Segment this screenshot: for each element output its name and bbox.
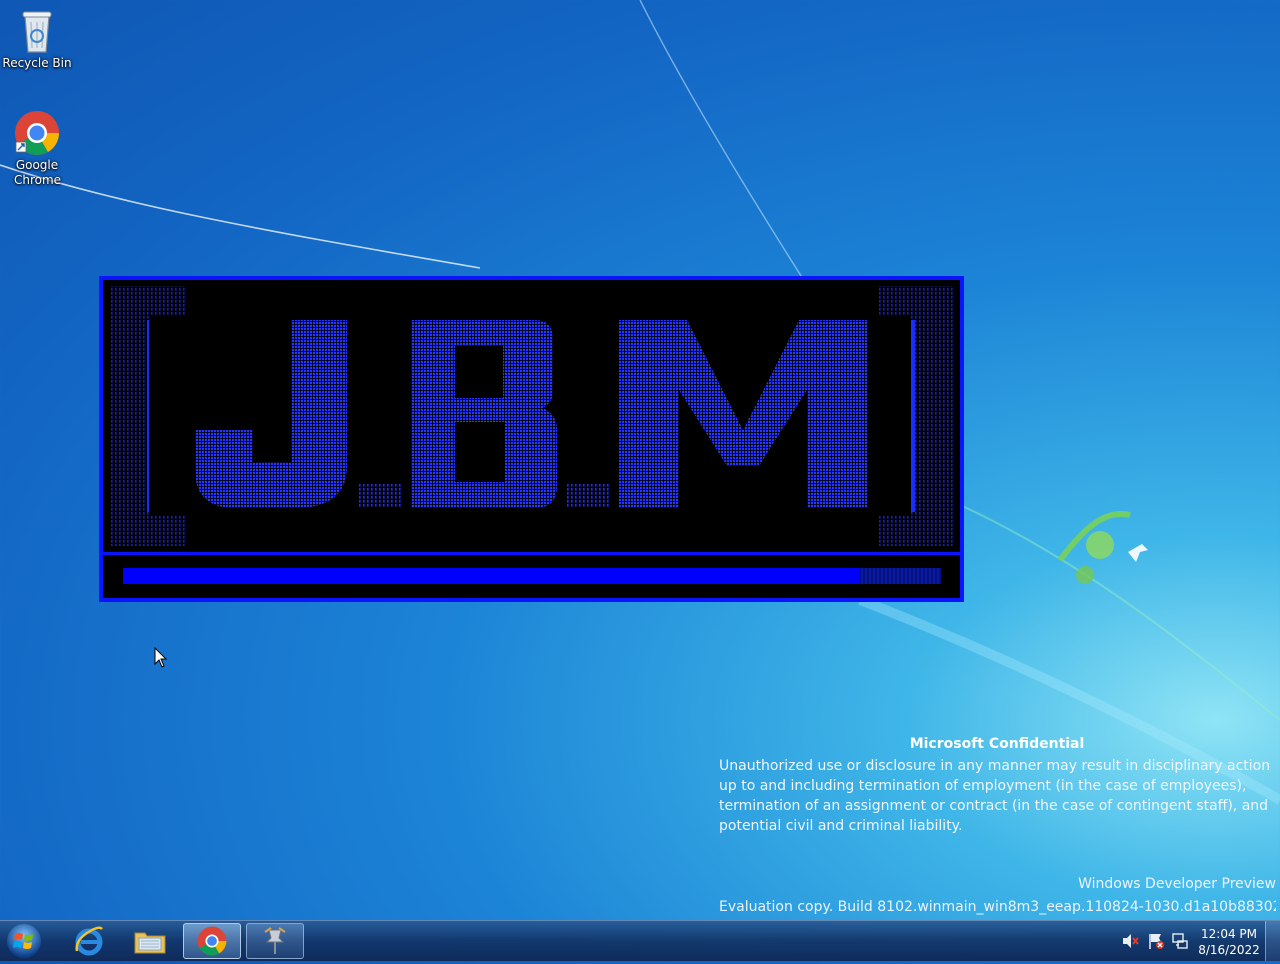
taskbar: 12:04 PM 8/16/2022: [0, 920, 1280, 961]
loading-progress-bar: [123, 568, 941, 584]
folder-icon: [134, 932, 166, 954]
recycle-bin-desktop-icon[interactable]: Recycle Bin: [0, 8, 74, 71]
jbm-ascii-logo: [109, 286, 955, 546]
splash-logo-panel: [99, 276, 964, 556]
jbm-splash-window: [99, 276, 964, 602]
taskbar-google-chrome[interactable]: [183, 923, 241, 959]
watermark-build: Evaluation copy. Build 8102.winmain_win8…: [719, 899, 1276, 915]
internet-explorer-icon: [75, 926, 103, 956]
windows-start-icon: [7, 924, 41, 958]
network-icon[interactable]: [1171, 932, 1189, 950]
chrome-icon: [197, 926, 227, 956]
chrome-label: Google Chrome: [14, 158, 62, 187]
watermark-product: Windows Developer Preview: [1078, 876, 1276, 892]
app-pin-icon: [264, 927, 286, 954]
taskbar-running-app[interactable]: [246, 923, 304, 959]
clock-date: 8/16/2022: [1198, 943, 1260, 957]
start-button[interactable]: [4, 922, 44, 960]
recycle-bin-label: Recycle Bin: [2, 56, 72, 70]
taskbar-windows-explorer[interactable]: [121, 923, 179, 959]
watermark-title: Microsoft Confidential: [909, 736, 1085, 752]
show-desktop-button[interactable]: [1265, 921, 1280, 961]
system-clock[interactable]: 12:04 PM 8/16/2022: [1196, 926, 1262, 958]
volume-muted-icon[interactable]: [1122, 933, 1140, 949]
chrome-icon: [15, 111, 59, 155]
taskbar-internet-explorer[interactable]: [60, 923, 118, 959]
loading-progress-fill: [123, 568, 860, 584]
chrome-desktop-icon[interactable]: Google Chrome: [0, 110, 74, 188]
splash-progress-panel: [99, 552, 964, 602]
recycle-bin-icon: [22, 11, 52, 53]
mouse-cursor-icon: [154, 647, 168, 668]
watermark-body: Unauthorized use or disclosure in any ma…: [719, 758, 1271, 834]
clock-time: 12:04 PM: [1201, 927, 1257, 941]
action-center-icon[interactable]: [1147, 932, 1165, 950]
